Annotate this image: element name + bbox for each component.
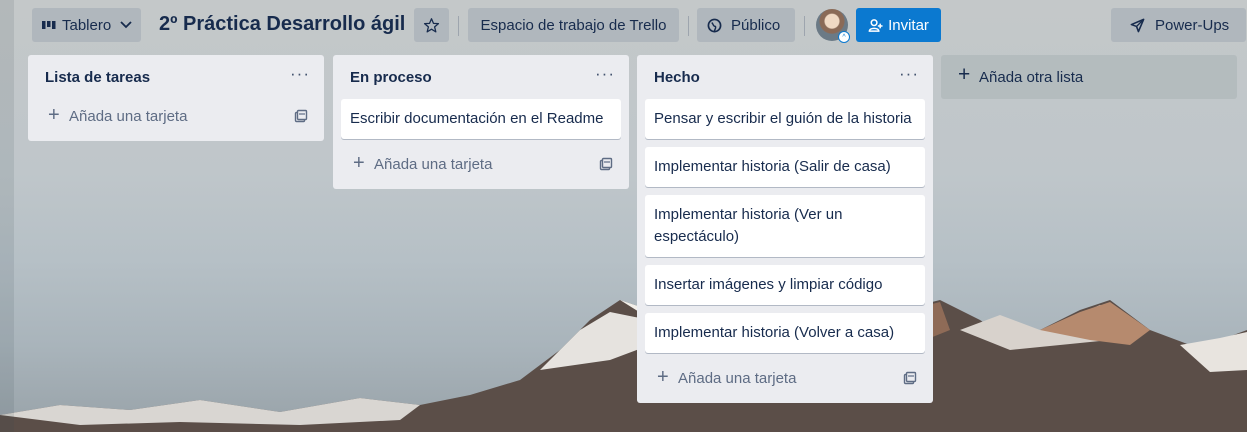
board-icon bbox=[42, 21, 56, 29]
add-list-button[interactable]: + Añada otra lista bbox=[941, 55, 1237, 99]
list-header: En proceso ··· bbox=[333, 55, 629, 99]
workspace-button[interactable]: Espacio de trabajo de Trello bbox=[468, 8, 679, 42]
add-card-label: Añada una tarjeta bbox=[69, 108, 188, 125]
list-hecho: Hecho ··· Pensar y escribir el guión de … bbox=[637, 55, 933, 403]
card[interactable]: Escribir documentación en el Readme bbox=[341, 99, 621, 139]
board-title[interactable]: 2º Práctica Desarrollo ágil bbox=[159, 13, 405, 36]
card[interactable]: Implementar historia (Salir de casa) bbox=[645, 147, 925, 187]
header-divider bbox=[688, 16, 689, 36]
add-list-label: Añada otra lista bbox=[979, 69, 1084, 86]
list-en-proceso: En proceso ··· Escribir documentación en… bbox=[333, 55, 629, 189]
chevron-down-icon bbox=[120, 21, 132, 29]
board-header: Tablero 2º Práctica Desarrollo ágil Espa… bbox=[0, 0, 1247, 50]
visibility-label: Público bbox=[731, 16, 781, 34]
card[interactable]: Insertar imágenes y limpiar código bbox=[645, 265, 925, 305]
add-card-label: Añada una tarjeta bbox=[374, 156, 493, 173]
list-menu-icon[interactable]: ··· bbox=[290, 64, 310, 84]
header-divider bbox=[458, 16, 459, 36]
invite-label: Invitar bbox=[888, 16, 929, 34]
list-title[interactable]: Hecho bbox=[654, 69, 700, 86]
card-template-icon[interactable] bbox=[903, 371, 917, 385]
list-title[interactable]: Lista de tareas bbox=[45, 69, 150, 86]
card-template-icon[interactable] bbox=[599, 157, 613, 171]
card-template-icon[interactable] bbox=[294, 109, 308, 123]
plus-icon: + bbox=[48, 104, 60, 126]
card[interactable]: Pensar y escribir el guión de la histori… bbox=[645, 99, 925, 139]
add-card-label: Añada una tarjeta bbox=[678, 370, 797, 387]
star-button[interactable] bbox=[414, 8, 449, 42]
card[interactable]: Implementar historia (Ver un espectáculo… bbox=[645, 195, 925, 257]
list-lista-de-tareas: Lista de tareas ··· + Añada una tarjeta bbox=[28, 55, 324, 141]
left-edge-shade bbox=[0, 0, 14, 432]
add-card-button[interactable]: + Añada una tarjeta bbox=[36, 99, 316, 135]
view-switcher-label: Tablero bbox=[62, 16, 112, 34]
workspace-label: Espacio de trabajo de Trello bbox=[480, 16, 667, 34]
list-header: Hecho ··· bbox=[637, 55, 933, 99]
add-card-button[interactable]: + Añada una tarjeta bbox=[341, 147, 621, 183]
visibility-button[interactable]: Público bbox=[697, 8, 795, 42]
add-card-button[interactable]: + Añada una tarjeta bbox=[645, 361, 925, 397]
list-header: Lista de tareas ··· bbox=[28, 55, 324, 99]
view-switcher-button[interactable]: Tablero bbox=[32, 8, 141, 42]
plus-icon: + bbox=[353, 152, 365, 174]
admin-badge-icon: ^ bbox=[838, 31, 850, 43]
plus-icon: + bbox=[958, 63, 971, 86]
powerups-label: Power-Ups bbox=[1155, 16, 1230, 34]
list-title[interactable]: En proceso bbox=[350, 69, 432, 86]
powerups-button[interactable]: Power-Ups bbox=[1111, 8, 1246, 42]
list-menu-icon[interactable]: ··· bbox=[899, 64, 919, 84]
add-member-icon bbox=[868, 18, 883, 32]
rocket-icon bbox=[1130, 18, 1145, 32]
star-icon bbox=[423, 17, 440, 33]
plus-icon: + bbox=[657, 366, 669, 388]
header-divider bbox=[804, 16, 805, 36]
invite-button[interactable]: Invitar bbox=[856, 8, 941, 42]
globe-icon bbox=[707, 18, 722, 32]
member-avatar[interactable]: ^ bbox=[816, 9, 850, 43]
card[interactable]: Implementar historia (Volver a casa) bbox=[645, 313, 925, 353]
list-menu-icon[interactable]: ··· bbox=[595, 64, 615, 84]
